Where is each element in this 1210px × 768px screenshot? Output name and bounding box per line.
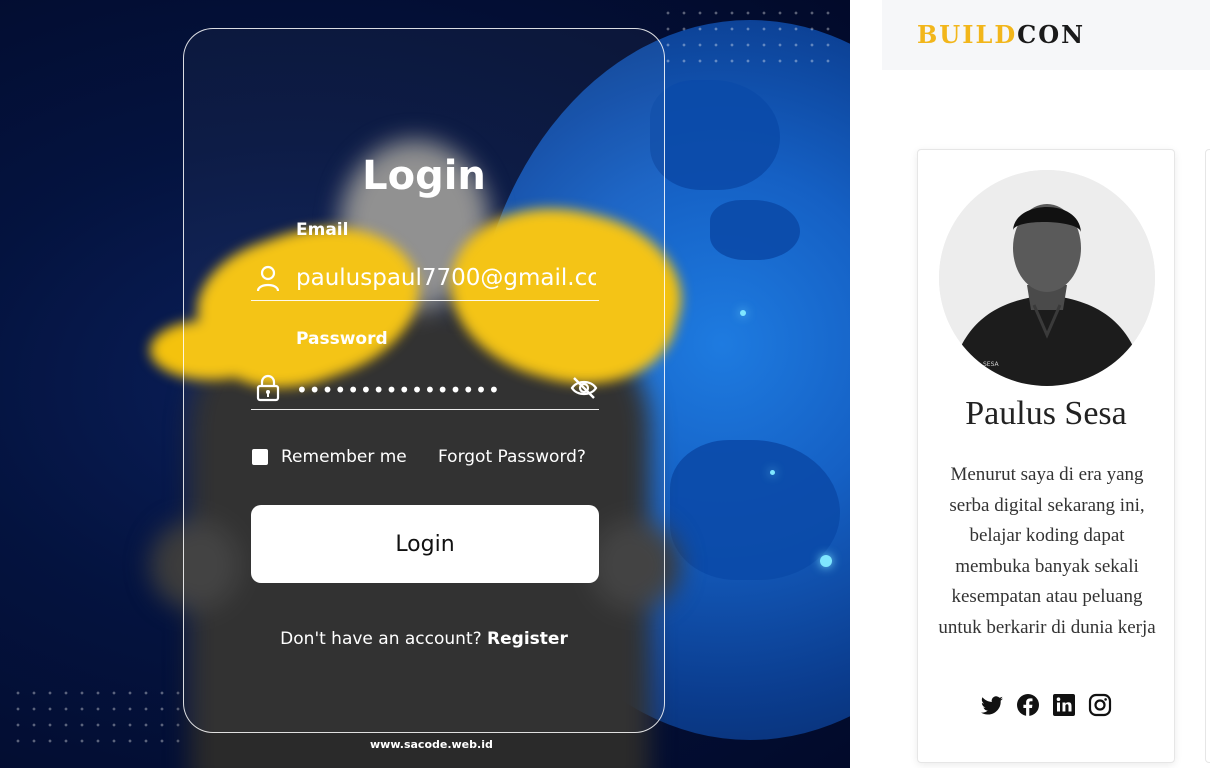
social-links (918, 693, 1174, 717)
profile-name: Paulus Sesa (965, 395, 1127, 432)
linkedin-icon[interactable] (1052, 693, 1076, 717)
register-prompt: Don't have an account? Register (184, 629, 664, 649)
dot-pattern (660, 5, 830, 65)
remember-checkbox[interactable] (252, 449, 268, 465)
password-field[interactable]: •••••••••••••••• (251, 370, 599, 410)
instagram-icon[interactable] (1088, 693, 1112, 717)
profile-quote: Menurut saya di era yang serba digital s… (938, 464, 1156, 638)
watermark: www.sacode.web.id (370, 738, 493, 751)
forgot-password-link[interactable]: Forgot Password? (438, 447, 586, 467)
register-link[interactable]: Register (487, 629, 568, 649)
remember-me[interactable]: Remember me (252, 447, 407, 467)
remember-label: Remember me (281, 447, 407, 467)
register-prompt-text: Don't have an account? (280, 629, 482, 649)
logo-part1: BUILD (917, 20, 1018, 49)
email-field[interactable]: pauluspaul7700@gmail.com (251, 261, 599, 301)
twitter-icon[interactable] (980, 693, 1004, 717)
lock-icon (256, 374, 280, 402)
brand-logo[interactable]: BUILDCON (917, 20, 1085, 49)
login-card: Login Email pauluspaul7700@gmail.com Pas… (183, 28, 665, 733)
logo-part2: CON (1017, 20, 1086, 49)
password-label: Password (296, 329, 388, 349)
login-button[interactable]: Login (251, 505, 599, 583)
user-icon (256, 265, 280, 292)
login-background: Login Email pauluspaul7700@gmail.com Pas… (0, 0, 850, 768)
email-label: Email (296, 220, 349, 240)
login-title: Login (362, 153, 486, 199)
eye-off-icon[interactable] (569, 374, 599, 402)
shirt-text: SESA (983, 361, 1000, 368)
profile-card: SESA Paulus Sesa Menurut saya di era yan… (917, 149, 1175, 763)
site-header: BUILDCON (882, 0, 1210, 70)
password-input[interactable]: •••••••••••••••• (296, 378, 596, 402)
email-input[interactable]: pauluspaul7700@gmail.com (296, 265, 596, 291)
avatar: SESA (939, 170, 1155, 386)
next-profile-card (1205, 149, 1210, 763)
facebook-icon[interactable] (1016, 693, 1040, 717)
